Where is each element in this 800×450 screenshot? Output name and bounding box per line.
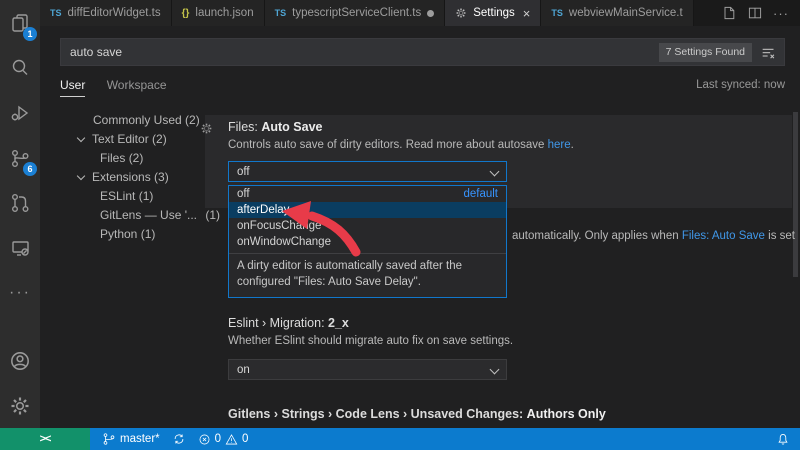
settings-search-box: 7 Settings Found: [60, 38, 785, 66]
branch-name: master*: [120, 433, 160, 445]
git-branch-item[interactable]: master*: [102, 432, 160, 446]
toc-files[interactable]: Files (2): [60, 149, 220, 168]
vscode-window: 1 6 ··· TS diffEditorWidget.ts {} launch…: [0, 0, 800, 450]
settings-toc: Commonly Used (2) Text Editor (2) Files …: [60, 111, 220, 244]
toc-commonly-used[interactable]: Commonly Used (2): [60, 111, 220, 130]
typescript-file-icon: TS: [50, 8, 62, 18]
settings-editor: 7 Settings Found User Workspace Last syn…: [40, 26, 800, 428]
remote-indicator[interactable]: ><: [0, 428, 90, 450]
option-onwindowchange[interactable]: onWindowChange: [229, 234, 506, 250]
explorer-icon[interactable]: 1: [0, 0, 40, 45]
tab-typescriptserviceclient[interactable]: TS typescriptServiceClient.ts: [264, 0, 446, 26]
problems-item[interactable]: 0 0: [198, 433, 249, 446]
settings-tab-icon: [456, 8, 466, 18]
run-and-debug-icon[interactable]: [0, 90, 40, 135]
toc-gitlens[interactable]: GitLens — Use '... (1): [60, 206, 220, 225]
setting-title-gitlens-codelens: Gitlens › Strings › Code Lens › Unsaved …: [228, 407, 606, 421]
manage-gear-icon[interactable]: [0, 383, 40, 428]
json-file-icon: {}: [181, 7, 190, 19]
tab-diffeditorwidget[interactable]: TS diffEditorWidget.ts: [40, 0, 172, 26]
option-off[interactable]: off default: [229, 186, 506, 202]
tab-bar: TS diffEditorWidget.ts {} launch.json TS…: [40, 0, 800, 26]
vertical-scrollbar[interactable]: [793, 112, 798, 277]
source-control-icon[interactable]: 6: [0, 135, 40, 180]
tab-launch-json[interactable]: {} launch.json: [171, 0, 265, 26]
tab-label: diffEditorWidget.ts: [67, 7, 161, 19]
typescript-file-icon: TS: [274, 8, 287, 18]
option-onfocuschange[interactable]: onFocusChange: [229, 218, 506, 234]
remote-icon: ><: [39, 433, 52, 445]
autosave-delay-description-fragment: automatically. Only applies when Files: …: [512, 230, 795, 242]
setting-description: Controls auto save of dirty editors. Rea…: [228, 139, 574, 151]
toc-text-editor[interactable]: Text Editor (2): [60, 130, 220, 149]
clear-search-filters-icon[interactable]: [758, 43, 778, 63]
setting-gear-icon[interactable]: [200, 122, 213, 140]
typescript-file-icon: TS: [551, 8, 563, 18]
errors-icon: [199, 434, 210, 444]
explorer-badge: 1: [23, 27, 37, 41]
chevron-down-icon: [489, 364, 500, 375]
option-afterdelay[interactable]: afterDelay: [229, 202, 506, 218]
warnings-icon: [225, 433, 238, 444]
tab-label: Settings: [473, 7, 515, 19]
files-auto-save-link[interactable]: Files: Auto Save: [682, 230, 765, 242]
tab-workspace-settings[interactable]: Workspace: [107, 78, 167, 92]
sync-item[interactable]: [172, 432, 186, 446]
toc-python[interactable]: Python (1): [60, 225, 220, 244]
source-control-badge: 6: [23, 162, 37, 176]
sync-icon: [174, 434, 183, 444]
activity-bar: 1 6 ···: [0, 0, 40, 428]
git-branch-icon: [103, 433, 115, 445]
search-icon[interactable]: [0, 45, 40, 90]
account-icon[interactable]: [0, 338, 40, 383]
autosave-here-link[interactable]: here: [548, 139, 571, 151]
warnings-count: 0: [242, 433, 249, 445]
more-actions-icon[interactable]: ···: [770, 2, 792, 24]
tab-label: launch.json: [195, 7, 254, 19]
option-detail-text: A dirty editor is automatically saved af…: [229, 253, 506, 297]
tab-label: webviewMainService.t: [568, 7, 683, 19]
tab-settings[interactable]: Settings ×: [445, 0, 542, 26]
default-tag: default: [463, 188, 498, 200]
close-tab-icon[interactable]: ×: [523, 6, 531, 21]
tab-webviewmainservice[interactable]: TS webviewMainService.t: [541, 0, 694, 26]
remote-explorer-icon[interactable]: [0, 225, 40, 270]
eslint-description: Whether ESlint should migrate auto fix o…: [228, 335, 514, 347]
setting-title-eslint-migration: Eslint › Migration: 2_x: [228, 316, 349, 330]
last-synced-label: Last synced: now: [696, 79, 785, 91]
errors-count: 0: [214, 433, 222, 445]
eslint-migration-select[interactable]: on: [228, 359, 507, 380]
pull-request-icon[interactable]: [0, 180, 40, 225]
toc-extensions[interactable]: Extensions (3): [60, 168, 220, 187]
modified-dot-icon: [427, 9, 435, 17]
auto-save-dropdown: off default afterDelay onFocusChange onW…: [228, 185, 507, 299]
settings-scope-row: User Workspace Last synced: now: [60, 78, 785, 100]
chevron-down-icon: [489, 166, 500, 177]
toc-eslint[interactable]: ESLint (1): [60, 187, 220, 206]
split-editor-icon[interactable]: [744, 2, 766, 24]
auto-save-select[interactable]: off: [228, 161, 507, 182]
notifications-bell-icon[interactable]: [776, 432, 790, 446]
setting-title-files-auto-save: Files: Auto Save: [228, 120, 323, 134]
status-bar: >< master* 0 0: [0, 428, 800, 450]
settings-found-badge: 7 Settings Found: [658, 43, 752, 62]
more-views-icon[interactable]: ···: [0, 270, 40, 315]
tab-user-settings[interactable]: User: [60, 78, 86, 97]
open-settings-json-icon[interactable]: [718, 2, 740, 24]
tabbar-actions: ···: [718, 0, 800, 26]
tab-label: typescriptServiceClient.ts: [292, 7, 422, 19]
